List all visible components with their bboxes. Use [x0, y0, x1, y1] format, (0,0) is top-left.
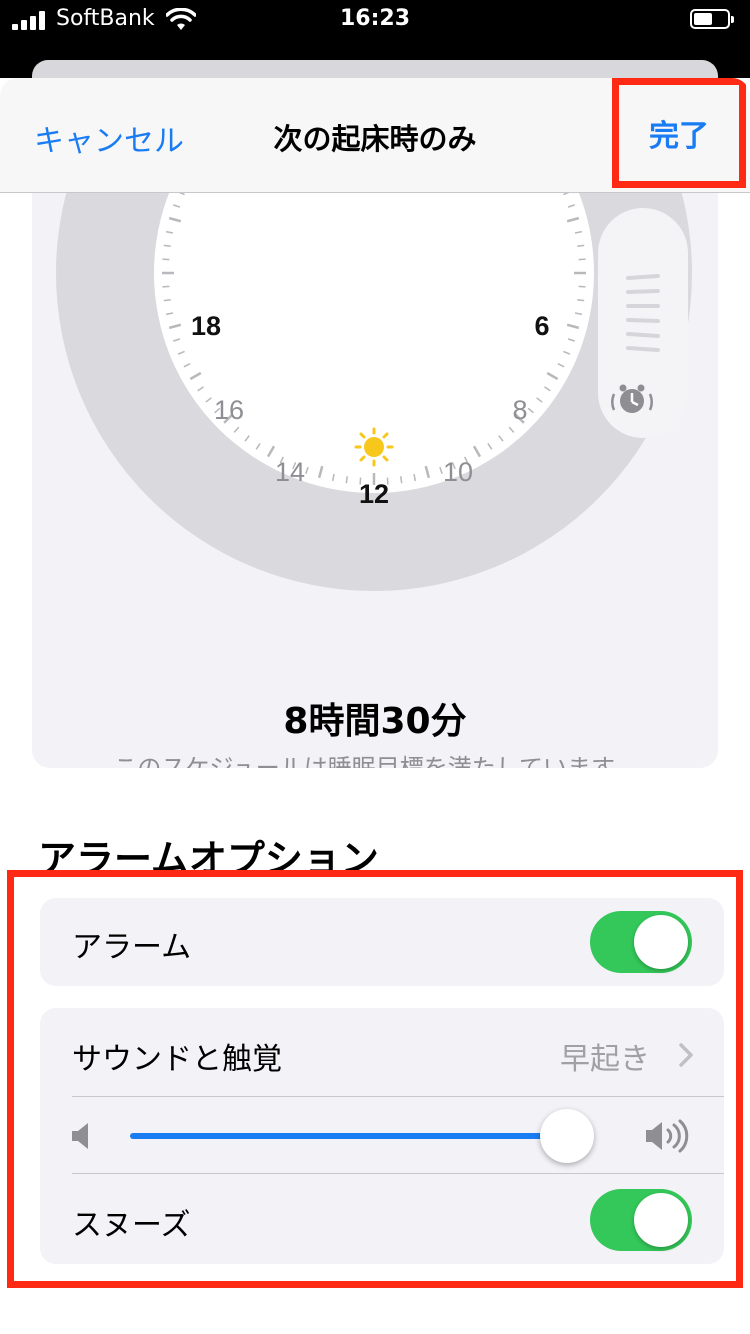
status-bar: SoftBank 16:23 [0, 0, 750, 40]
clock-tick [345, 476, 348, 484]
hour-label-8: 8 [512, 395, 527, 425]
status-time: 16:23 [339, 6, 411, 31]
alarm-toggle[interactable] [590, 911, 692, 973]
hour-label-14: 14 [275, 457, 305, 487]
snooze-toggle-knob [634, 1193, 688, 1247]
sleep-schedule-card: 18 6 16 8 14 10 12 8時間30分 このスケジュールは睡眠目標を… [32, 148, 718, 768]
clock-tick [163, 244, 171, 247]
volume-high-icon [646, 1119, 689, 1153]
hour-label-10: 10 [443, 457, 473, 487]
hour-label-18: 18 [191, 311, 221, 341]
clock-tick [577, 299, 585, 302]
sound-group: サウンドと触覚 早起き スヌーズ [40, 1008, 724, 1264]
row-divider [72, 1096, 724, 1097]
volume-slider-knob[interactable] [540, 1109, 595, 1163]
volume-low-icon [72, 1123, 88, 1149]
alarm-group: アラーム [40, 898, 724, 986]
battery-icon [690, 9, 734, 29]
clock-tick [163, 299, 171, 302]
snooze-toggle[interactable] [590, 1189, 692, 1251]
alarm-toggle-knob [634, 915, 688, 969]
snooze-label: スヌーズ [72, 1208, 191, 1243]
sound-value: 早起き [560, 1042, 650, 1077]
done-button-label: 完了 [649, 119, 709, 154]
sleep-duration: 8時間30分 [283, 701, 467, 742]
hour-label-6: 6 [534, 311, 549, 341]
row-divider [72, 1173, 724, 1174]
sleep-clock-dial[interactable]: 18 6 16 8 14 10 12 [32, 148, 718, 688]
sound-label: サウンドと触覚 [72, 1042, 282, 1077]
done-button[interactable]: 完了 [612, 78, 746, 188]
chevron-right-icon [679, 1043, 693, 1067]
clock-tick [577, 244, 585, 247]
navigation-bar: キャンセル 次の起床時のみ 完了 [0, 78, 750, 193]
sleep-goal-status: このスケジュールは睡眠目標を満たしています。 [113, 754, 637, 768]
alarm-options-highlight: アラーム サウンドと触覚 早起き スヌーズ [7, 870, 743, 1288]
sun-icon [354, 427, 394, 467]
volume-slider-track[interactable] [130, 1133, 568, 1139]
schedule-sheet: キャンセル 次の起床時のみ 完了 18 6 16 8 14 10 12 8時間3… [0, 78, 750, 1334]
hour-label-12: 12 [359, 479, 389, 509]
alarm-label: アラーム [72, 930, 192, 965]
clock-tick [400, 476, 403, 484]
hour-label-16: 16 [214, 395, 244, 425]
